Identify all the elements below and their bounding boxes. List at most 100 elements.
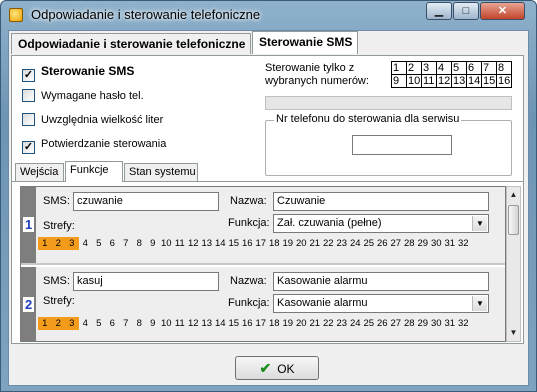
zone-cell[interactable]: 29: [416, 317, 430, 330]
zone-cell[interactable]: 5: [92, 317, 106, 330]
tab-system-status[interactable]: Stan systemu: [124, 163, 198, 182]
zone-cell[interactable]: 19: [281, 237, 295, 250]
zone-cell[interactable]: 14: [214, 317, 228, 330]
zone-cell[interactable]: 15: [227, 317, 241, 330]
zone-cell[interactable]: 26: [376, 237, 390, 250]
zone-cell[interactable]: 16: [241, 317, 255, 330]
phone-number-cell[interactable]: 10: [407, 75, 422, 88]
zone-cell[interactable]: 7: [119, 237, 133, 250]
zone-cell[interactable]: 32: [457, 317, 471, 330]
zone-cell[interactable]: 6: [106, 317, 120, 330]
phone-number-cell[interactable]: 9: [392, 75, 407, 88]
zone-cell[interactable]: 10: [160, 237, 174, 250]
zone-cell[interactable]: 28: [403, 237, 417, 250]
maximize-button[interactable]: □: [453, 2, 479, 20]
zone-cell[interactable]: 3: [65, 317, 79, 330]
phone-number-cell[interactable]: 3: [422, 62, 437, 75]
sms-enable-checkbox[interactable]: ✓ Sterowanie SMS: [22, 64, 134, 82]
zone-cell[interactable]: 2: [51, 237, 65, 250]
zone-cell[interactable]: 24: [349, 317, 363, 330]
zone-cell[interactable]: 15: [227, 237, 241, 250]
tab-phone-answering[interactable]: Odpowiadanie i sterowanie telefoniczne: [11, 33, 251, 54]
function-select[interactable]: Zał. czuwania (pełne) ▼: [273, 214, 489, 233]
phone-number-cell[interactable]: 6: [467, 62, 482, 75]
phone-number-cell[interactable]: 11: [422, 75, 437, 88]
scroll-thumb[interactable]: [508, 205, 519, 235]
phone-number-cell[interactable]: 12: [437, 75, 452, 88]
phone-number-cell[interactable]: 2: [407, 62, 422, 75]
sms-command-input[interactable]: kasuj: [73, 272, 219, 291]
minimize-button[interactable]: ▁: [426, 2, 452, 20]
zone-cell[interactable]: 9: [146, 237, 160, 250]
zone-cell[interactable]: 22: [322, 237, 336, 250]
zone-cell[interactable]: 29: [416, 237, 430, 250]
zone-cell[interactable]: 9: [146, 317, 160, 330]
scroll-up-icon[interactable]: ▲: [508, 188, 519, 202]
tab-inputs[interactable]: Wejścia: [15, 163, 64, 182]
tab-functions[interactable]: Funkcje: [65, 161, 123, 182]
zone-cell[interactable]: 21: [308, 317, 322, 330]
phone-number-cell[interactable]: 13: [452, 75, 467, 88]
zone-cell[interactable]: 12: [187, 317, 201, 330]
phone-number-cell[interactable]: 5: [452, 62, 467, 75]
zone-cell[interactable]: 3: [65, 237, 79, 250]
zone-cell[interactable]: 14: [214, 237, 228, 250]
zone-cell[interactable]: 21: [308, 237, 322, 250]
zone-cell[interactable]: 17: [254, 317, 268, 330]
zone-cell[interactable]: 20: [295, 237, 309, 250]
phone-number-cell[interactable]: 14: [467, 75, 482, 88]
name-input[interactable]: Kasowanie alarmu: [273, 272, 489, 291]
zone-cell[interactable]: 23: [335, 317, 349, 330]
zone-cell[interactable]: 16: [241, 237, 255, 250]
case-sensitive-checkbox[interactable]: Uwzględnia wielkość liter: [22, 113, 163, 129]
zone-cell[interactable]: 4: [79, 317, 93, 330]
zone-cell[interactable]: 31: [443, 317, 457, 330]
zone-cell[interactable]: 24: [349, 237, 363, 250]
zone-cell[interactable]: 6: [106, 237, 120, 250]
zone-cell[interactable]: 25: [362, 237, 376, 250]
service-phone-input[interactable]: [352, 135, 452, 155]
zone-cell[interactable]: 17: [254, 237, 268, 250]
phone-number-cell[interactable]: 8: [497, 62, 512, 75]
zone-cell[interactable]: 5: [92, 237, 106, 250]
zone-cell[interactable]: 26: [376, 317, 390, 330]
phone-number-cell[interactable]: 16: [497, 75, 512, 88]
zone-cell[interactable]: 25: [362, 317, 376, 330]
zone-cell[interactable]: 27: [389, 317, 403, 330]
zone-cell[interactable]: 1: [38, 317, 52, 330]
zone-cell[interactable]: 11: [173, 237, 187, 250]
zone-cell[interactable]: 30: [430, 317, 444, 330]
zone-cell[interactable]: 19: [281, 317, 295, 330]
functions-scrollbar[interactable]: ▲ ▼: [506, 186, 521, 342]
sms-command-input[interactable]: czuwanie: [73, 192, 219, 211]
zone-cell[interactable]: 8: [133, 237, 147, 250]
zone-cell[interactable]: 8: [133, 317, 147, 330]
zone-cell[interactable]: 11: [173, 317, 187, 330]
zone-cell[interactable]: 7: [119, 317, 133, 330]
zone-cell[interactable]: 13: [200, 317, 214, 330]
close-button[interactable]: ✕: [480, 2, 525, 20]
zone-cell[interactable]: 22: [322, 317, 336, 330]
phone-number-cell[interactable]: 7: [482, 62, 497, 75]
zone-cell[interactable]: 12: [187, 237, 201, 250]
zone-cell[interactable]: 1: [38, 237, 52, 250]
zone-cell[interactable]: 18: [268, 237, 282, 250]
ok-button[interactable]: ✔ OK: [235, 356, 319, 380]
zone-cell[interactable]: 23: [335, 237, 349, 250]
zone-cell[interactable]: 30: [430, 237, 444, 250]
chevron-down-icon[interactable]: ▼: [472, 216, 487, 231]
zone-cell[interactable]: 27: [389, 237, 403, 250]
require-password-checkbox[interactable]: Wymagane hasło tel.: [22, 89, 144, 105]
phone-number-cell[interactable]: 1: [392, 62, 407, 75]
zone-cell[interactable]: 20: [295, 317, 309, 330]
phone-number-cell[interactable]: 4: [437, 62, 452, 75]
zone-cell[interactable]: 31: [443, 237, 457, 250]
phone-number-cell[interactable]: 15: [482, 75, 497, 88]
chevron-down-icon[interactable]: ▼: [472, 296, 487, 311]
confirm-control-checkbox[interactable]: ✓ Potwierdzanie sterowania: [22, 137, 166, 154]
zone-cell[interactable]: 2: [51, 317, 65, 330]
zone-cell[interactable]: 18: [268, 317, 282, 330]
zone-cell[interactable]: 4: [79, 237, 93, 250]
function-select[interactable]: Kasowanie alarmu ▼: [273, 294, 489, 313]
zone-cell[interactable]: 32: [457, 237, 471, 250]
